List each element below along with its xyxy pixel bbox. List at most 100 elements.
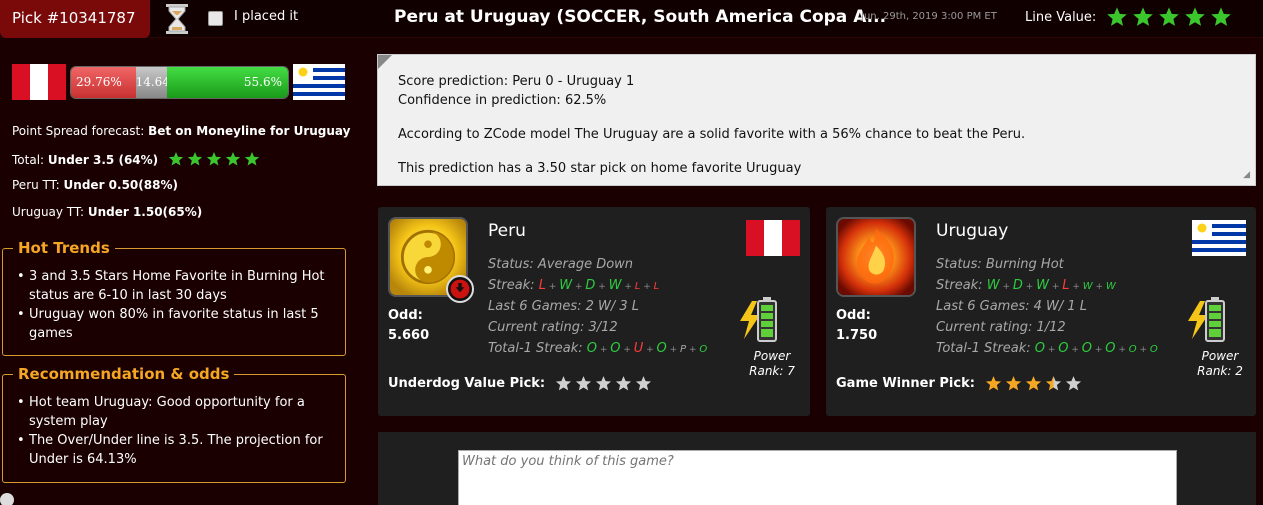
star-icon — [1185, 7, 1205, 26]
peru-card: Peru Status: Average Down Streak: L + W … — [378, 207, 810, 416]
last-six-games: Last 6 Games: 4 W/ 1 L — [936, 299, 1088, 314]
pick-label: Underdog Value Pick: — [388, 376, 546, 391]
star-icon — [1107, 7, 1127, 26]
pick-stars — [555, 375, 652, 392]
total-stars — [168, 151, 260, 167]
streak-result: W — [559, 278, 573, 293]
streak-result: W — [608, 278, 622, 293]
recommendation-title: Recommendation & odds — [13, 365, 235, 383]
list-item: Uruguay won 80% in favorite status in la… — [17, 305, 335, 343]
odd-label: Odd: — [836, 308, 871, 323]
pick-id: Pick #10341787 — [0, 0, 150, 38]
streak-sequence: L + W + D + W + L + L — [538, 278, 660, 293]
scroll-indicator-icon[interactable] — [0, 493, 14, 505]
recommendation-box: Recommendation & odds Hot team Uruguay: … — [2, 365, 346, 483]
peru-flag-icon — [746, 220, 800, 256]
prediction-text[interactable]: Score prediction: Peru 0 - Uruguay 1 Con… — [377, 54, 1256, 186]
placed-label: I placed it — [234, 9, 299, 24]
star-icon — [575, 376, 592, 391]
resize-handle-icon[interactable]: ◢ — [1243, 170, 1250, 180]
peru-team-total: Peru TT: Under 0.50(88%) — [12, 178, 178, 192]
battery-power-icon — [740, 297, 777, 342]
odd-label: Odd: — [388, 308, 423, 323]
point-spread-forecast: Point Spread forecast: Bet on Moneyline … — [12, 124, 351, 138]
total-streak-sequence: O + O + U + O + P + O — [586, 341, 708, 356]
streak-result: O — [1034, 341, 1045, 356]
star-icon — [635, 376, 652, 391]
star-icon — [555, 376, 572, 391]
total-streak: Total-1 Streak: O + O + U + O + P + O — [488, 341, 708, 356]
streak-result: O — [586, 341, 597, 356]
list-item: The Over/Under line is 3.5. The projecti… — [17, 431, 335, 469]
power-rank: Rank: 7 — [749, 364, 795, 378]
star-icon — [1025, 376, 1042, 391]
streak: Streak: L + W + D + W + L + L — [488, 278, 660, 293]
uruguay-flag-icon — [293, 64, 345, 100]
total-forecast: Total: Under 3.5 (64%) — [12, 151, 260, 167]
line-value-label: Line Value: — [1025, 10, 1097, 25]
streak-result: O — [699, 344, 708, 355]
streak-result: W — [1082, 281, 1093, 292]
star-icon — [206, 152, 222, 166]
star-icon — [1005, 376, 1022, 391]
peru-flag-icon — [12, 64, 66, 100]
line-value-stars — [1106, 6, 1232, 28]
top-bar: Pick #10341787 I placed it Peru at Urugu… — [0, 0, 1263, 38]
streak-result: O — [1105, 341, 1116, 356]
last-six-games: Last 6 Games: 2 W/ 3 L — [488, 299, 640, 314]
game-date: Jun. 29th, 2019 3:00 PM ET — [861, 11, 997, 22]
team-name: Peru — [488, 221, 526, 241]
hot-trends-box: Hot Trends 3 and 3.5 Stars Home Favorite… — [2, 239, 346, 356]
placed-checkbox[interactable] — [208, 11, 223, 26]
streak-result: W — [1036, 278, 1049, 293]
pick-stars — [985, 375, 1082, 392]
arrow-down-icon — [446, 275, 474, 303]
streak-result: O — [656, 341, 667, 356]
star-icon — [225, 152, 241, 166]
team-name: Uruguay — [936, 221, 1009, 241]
fire-status-icon — [836, 217, 916, 297]
corner-icon — [378, 55, 392, 69]
power-label: Power — [1201, 349, 1239, 363]
star-icon — [1211, 7, 1231, 26]
total-streak-sequence: O + O + O + O + O + O — [1034, 341, 1158, 356]
streak-result: W — [1105, 281, 1116, 292]
home-probability: 55.6% — [167, 67, 288, 98]
streak-result: D — [585, 278, 596, 293]
star-icon — [1159, 7, 1179, 26]
list-item: Hot team Uruguay: Good opportunity for a… — [17, 393, 335, 431]
star-icon — [595, 376, 612, 391]
streak-result: O — [1149, 344, 1158, 355]
streak: Streak: W + D + W + L + W + W — [936, 278, 1116, 293]
power-rank: Rank: 2 — [1197, 364, 1243, 378]
uruguay-card: Uruguay Status: Burning Hot Streak: W + … — [826, 207, 1256, 416]
streak-result: O — [1128, 344, 1137, 355]
odd-value: 1.750 — [836, 328, 878, 343]
comment-section — [378, 432, 1256, 505]
streak-result: D — [1012, 278, 1023, 293]
streak-result: L — [1062, 278, 1070, 293]
streak-result: L — [653, 281, 660, 292]
probability-bar: 29.76% 14.64% 55.6% — [70, 66, 289, 99]
power-label: Power — [753, 349, 791, 363]
streak-result: W — [986, 278, 1000, 293]
star-icon — [1065, 376, 1082, 391]
status: Status: Burning Hot — [936, 257, 1064, 272]
star-icon — [244, 152, 260, 166]
battery-power-icon — [1188, 297, 1225, 342]
star-icon — [187, 152, 203, 166]
list-item: 3 and 3.5 Stars Home Favorite in Burning… — [17, 267, 335, 305]
confidence: Confidence in prediction: 62.5% — [398, 93, 607, 108]
star-pick-note: This prediction has a 3.50 star pick on … — [398, 161, 802, 176]
draw-probability: 14.64% — [135, 67, 181, 98]
star-icon — [985, 376, 1002, 391]
comment-input[interactable] — [458, 450, 1177, 505]
current-rating: Current rating: 3/12 — [488, 320, 618, 335]
star-icon — [615, 376, 632, 391]
star-icon — [1133, 7, 1153, 26]
game-title: Peru at Uruguay (SOCCER, South America C… — [394, 7, 887, 27]
streak-result: O — [610, 341, 621, 356]
total-streak: Total-1 Streak: O + O + O + O + O + O — [936, 341, 1158, 356]
model-summary: According to ZCode model The Uruguay are… — [398, 127, 1026, 142]
score-prediction: Score prediction: Peru 0 - Uruguay 1 — [398, 74, 635, 89]
